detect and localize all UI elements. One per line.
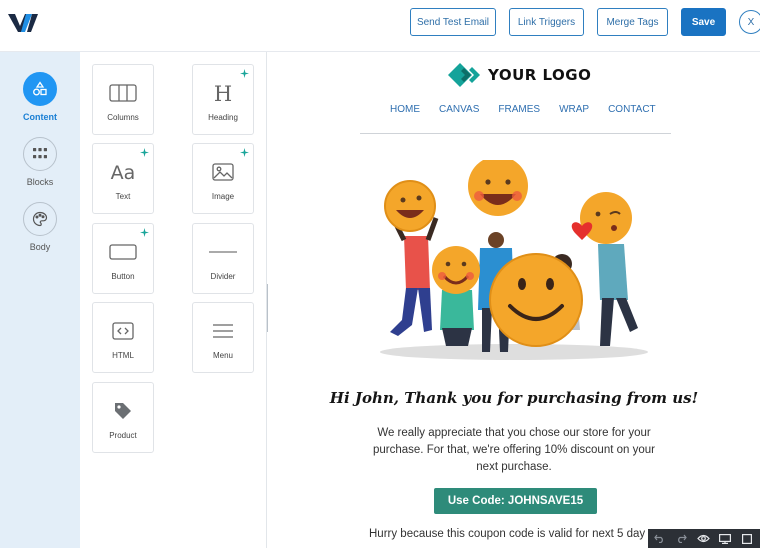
tool-label: Button bbox=[111, 272, 135, 281]
left-rail: Content Blocks Body bbox=[0, 52, 80, 548]
divider-icon bbox=[193, 238, 253, 266]
svg-text:H: H bbox=[214, 82, 232, 104]
email-canvas: YOUR LOGO HOME CANVAS FRAMES WRAP CONTAC… bbox=[268, 52, 760, 548]
nav-link-canvas[interactable]: CANVAS bbox=[439, 104, 479, 115]
tool-image[interactable]: Image bbox=[192, 143, 254, 214]
save-button[interactable]: Save bbox=[681, 8, 726, 36]
image-icon bbox=[193, 158, 253, 186]
send-test-email-button[interactable]: Send Test Email bbox=[410, 8, 496, 36]
tool-label: Divider bbox=[210, 272, 236, 281]
grid-icon bbox=[23, 137, 57, 171]
text-icon: Aa bbox=[93, 158, 153, 186]
nav-divider bbox=[360, 133, 671, 134]
nav-link-wrap[interactable]: WRAP bbox=[559, 104, 589, 115]
top-toolbar: Send Test Email Link Triggers Merge Tags… bbox=[0, 0, 760, 52]
coupon-validity-text[interactable]: Hurry because this coupon code is valid … bbox=[369, 528, 645, 540]
rail-label-blocks: Blocks bbox=[26, 177, 54, 187]
tool-label: Product bbox=[109, 431, 137, 440]
sparkle-icon bbox=[140, 228, 149, 237]
emoji-people-illustration[interactable] bbox=[376, 160, 652, 366]
coupon-code-button[interactable]: Use Code: JOHNSAVE15 bbox=[434, 488, 597, 514]
canvas-controls-dock bbox=[648, 529, 760, 548]
nav-link-frames[interactable]: FRAMES bbox=[498, 104, 540, 115]
mobile-view-icon[interactable] bbox=[736, 529, 758, 548]
logo-text: YOUR LOGO bbox=[488, 66, 592, 84]
merge-tags-button[interactable]: Merge Tags bbox=[597, 8, 668, 36]
shapes-icon bbox=[23, 72, 57, 106]
tool-label: Heading bbox=[208, 113, 238, 122]
redo-icon[interactable] bbox=[670, 529, 692, 548]
desktop-view-icon[interactable] bbox=[714, 529, 736, 548]
sparkle-icon bbox=[140, 148, 149, 157]
email-logo[interactable]: YOUR LOGO bbox=[448, 62, 591, 88]
tool-text[interactable]: Aa Text bbox=[92, 143, 154, 214]
sparkle-icon bbox=[240, 148, 249, 157]
nav-link-home[interactable]: HOME bbox=[390, 104, 420, 115]
email-body-text[interactable]: We really appreciate that you chose our … bbox=[364, 425, 664, 476]
svg-text:Aa: Aa bbox=[111, 162, 136, 183]
palette-icon bbox=[23, 202, 57, 236]
tag-icon bbox=[93, 397, 153, 425]
tool-html[interactable]: HTML bbox=[92, 302, 154, 373]
heading-icon: H bbox=[193, 79, 253, 107]
close-button[interactable]: X bbox=[739, 10, 760, 34]
content-tools-panel: Columns H Heading Aa Text Image Button D… bbox=[80, 52, 267, 548]
app-logo-icon bbox=[8, 14, 38, 32]
sparkle-icon bbox=[240, 69, 249, 78]
tool-label: Menu bbox=[212, 351, 233, 360]
rail-item-body[interactable]: Body bbox=[0, 202, 80, 252]
tool-divider[interactable]: Divider bbox=[192, 223, 254, 294]
button-icon bbox=[93, 238, 153, 266]
nav-link-contact[interactable]: CONTACT bbox=[608, 104, 656, 115]
email-nav: HOME CANVAS FRAMES WRAP CONTACT bbox=[390, 104, 675, 115]
tool-label: HTML bbox=[112, 351, 134, 360]
tool-label: Image bbox=[211, 192, 235, 201]
rail-label-content: Content bbox=[23, 112, 57, 122]
email-headline[interactable]: Hi John, Thank you for purchasing from u… bbox=[268, 389, 760, 407]
tool-label: Text bbox=[115, 192, 131, 201]
menu-icon bbox=[193, 317, 253, 345]
tool-product[interactable]: Product bbox=[92, 382, 154, 453]
undo-icon[interactable] bbox=[648, 529, 670, 548]
tool-label: Columns bbox=[107, 113, 139, 122]
link-triggers-button[interactable]: Link Triggers bbox=[509, 8, 584, 36]
tool-menu[interactable]: Menu bbox=[192, 302, 254, 373]
tool-columns[interactable]: Columns bbox=[92, 64, 154, 135]
columns-icon bbox=[93, 79, 153, 107]
rail-item-blocks[interactable]: Blocks bbox=[0, 137, 80, 187]
tool-heading[interactable]: H Heading bbox=[192, 64, 254, 135]
preview-eye-icon[interactable] bbox=[692, 529, 714, 548]
tool-button[interactable]: Button bbox=[92, 223, 154, 294]
rail-item-content[interactable]: Content bbox=[0, 72, 80, 122]
code-icon bbox=[93, 317, 153, 345]
rail-label-body: Body bbox=[29, 242, 51, 252]
logo-mark-icon bbox=[448, 63, 480, 87]
